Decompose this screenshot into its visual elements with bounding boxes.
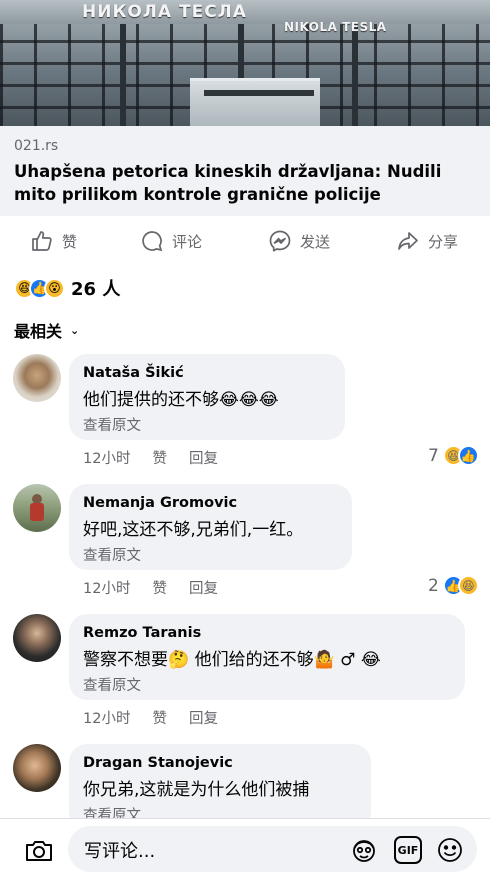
like-label: 赞 <box>62 232 78 251</box>
see-original-link[interactable]: 查看原文 <box>83 674 141 695</box>
comment-time: 12小时 <box>83 581 131 597</box>
laughing-emoji: 😂 <box>258 390 279 410</box>
share-button[interactable]: 分享 <box>396 228 458 254</box>
comment-body: 他们给的还不够 <box>194 650 314 670</box>
comment-author[interactable]: Remzo Taranis <box>83 625 201 641</box>
comment-time: 12小时 <box>83 711 131 727</box>
comment-like-button[interactable]: 赞 <box>152 447 167 468</box>
laughing-emoji: 😂 <box>360 650 381 670</box>
emoji-picker-icon[interactable] <box>436 836 464 864</box>
post-action-bar: 赞 评论 发送 分享 <box>0 216 490 264</box>
avatar-figure <box>30 503 44 521</box>
messenger-icon <box>269 230 291 252</box>
share-arrow-icon <box>398 232 418 250</box>
haha-reaction-icon: 😆 <box>457 575 479 596</box>
avatar[interactable] <box>13 614 61 662</box>
gif-button[interactable]: GIF <box>394 836 422 864</box>
comment-meta: 12小时 赞 回复 <box>83 577 218 598</box>
comment-placeholder: 写评论... <box>84 841 156 862</box>
post-link-image[interactable]: НИКОЛА ТЕСЛА NIKOLA TESLA <box>0 0 490 126</box>
like-button[interactable]: 赞 <box>30 228 77 254</box>
comment-like-button[interactable]: 赞 <box>152 707 167 728</box>
comment-text: 你兄弟,这就是为什么他们被捕 <box>83 780 310 800</box>
comment-time: 12小时 <box>83 451 131 467</box>
thumbs-up-icon <box>32 231 52 251</box>
shrug-emoji: 🤷 <box>313 650 335 670</box>
chevron-down-icon: ⌄ <box>70 323 80 337</box>
comment-label: 评论 <box>172 232 203 251</box>
male-sign: ♂ <box>340 650 356 670</box>
entrance-sign-bar <box>204 90 314 96</box>
sort-label: 最相关 <box>14 322 63 341</box>
see-original-link[interactable]: 查看原文 <box>83 414 141 435</box>
send-button[interactable]: 发送 <box>268 228 330 254</box>
send-label: 发送 <box>300 232 331 251</box>
comment-author[interactable]: Nataša Šikić <box>83 365 184 381</box>
laughing-emoji: 😂 <box>219 390 239 410</box>
reaction-count: 26 人 <box>71 279 121 300</box>
comment-text: 警察不想要🤔 他们给的还不够🤷 ♂ 😂 <box>83 645 381 670</box>
station-entrance <box>190 78 320 126</box>
comment-reaction-count: 7 <box>428 445 439 466</box>
comment-meta: 12小时 赞 回复 <box>83 707 218 728</box>
comment-bubble-icon <box>142 231 163 252</box>
avatar-sticker-icon[interactable] <box>350 836 378 864</box>
comment-reaction-count: 2 <box>428 575 439 596</box>
comment-body: 警察不想要 <box>83 650 168 670</box>
link-title[interactable]: Uhapšena petorica kineskih državljana: N… <box>14 160 479 206</box>
comment-text: 好吧,这还不够,兄弟们,一红。 <box>83 520 304 540</box>
comment-author[interactable]: Nemanja Gromovic <box>83 495 237 511</box>
gif-label: GIF <box>397 843 419 857</box>
comment-text: 他们提供的还不够😂😂😂 <box>83 385 279 410</box>
avatar[interactable] <box>13 484 61 532</box>
comment-author[interactable]: Dragan Stanojevic <box>83 755 233 771</box>
station-sign-latin: NIKOLA TESLA <box>284 20 387 34</box>
comment-body: 他们提供的还不够 <box>83 390 219 410</box>
comment-reactions[interactable]: 7 😆 👍 <box>428 445 479 466</box>
camera-icon[interactable] <box>24 836 54 866</box>
station-sign-cyrillic: НИКОЛА ТЕСЛА <box>82 2 247 22</box>
see-original-link[interactable]: 查看原文 <box>83 544 141 565</box>
wow-reaction-icon: 😮 <box>44 277 65 299</box>
comment-meta: 12小时 赞 回复 <box>83 447 218 468</box>
share-label: 分享 <box>428 232 459 251</box>
like-reaction-icon: 👍 <box>457 445 479 466</box>
comment-reply-button[interactable]: 回复 <box>189 577 218 598</box>
comment-reply-button[interactable]: 回复 <box>189 447 218 468</box>
comment-sort-dropdown[interactable]: 最相关 ⌄ <box>14 318 79 342</box>
reactions-summary[interactable]: 😆 👍 😮 26 人 <box>14 276 120 300</box>
comment-button[interactable]: 评论 <box>140 228 202 254</box>
facade-column <box>352 24 358 126</box>
laughing-emoji: 😂 <box>238 390 259 410</box>
thinking-emoji: 🤔 <box>168 650 190 670</box>
facade-column <box>120 24 126 126</box>
comment-like-button[interactable]: 赞 <box>152 577 167 598</box>
avatar[interactable] <box>13 354 61 402</box>
comment-reply-button[interactable]: 回复 <box>189 707 218 728</box>
comment-reactions[interactable]: 2 👍 😆 <box>428 575 479 596</box>
avatar[interactable] <box>13 744 61 792</box>
link-domain: 021.rs <box>14 138 59 154</box>
